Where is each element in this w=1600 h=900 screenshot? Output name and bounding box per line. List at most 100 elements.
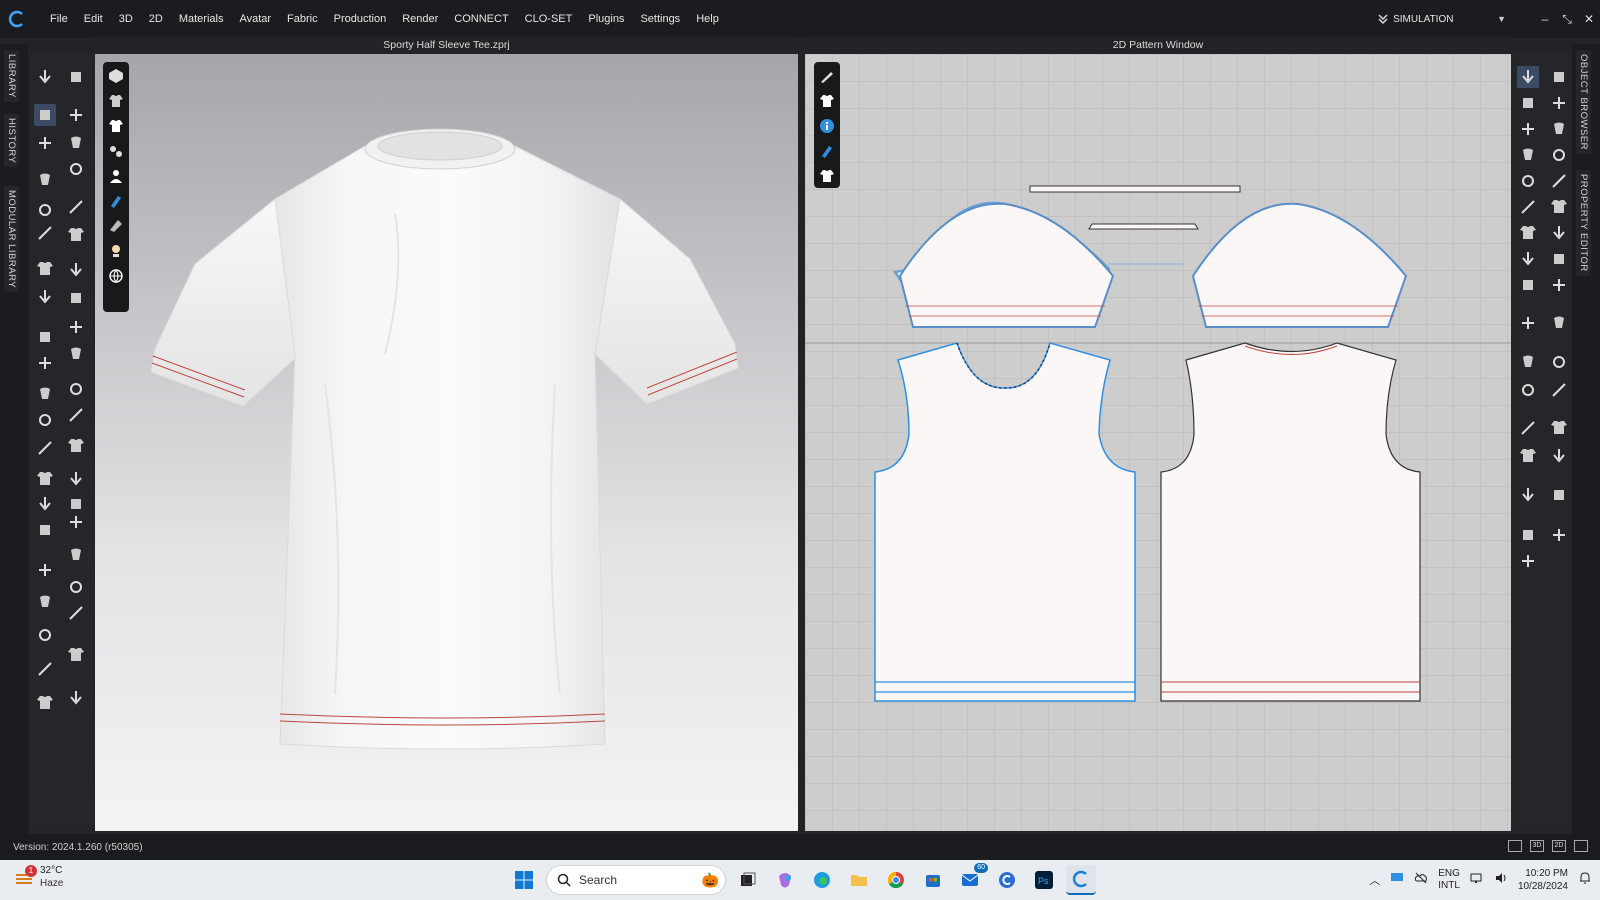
garment-fit-icon[interactable] [65, 435, 87, 457]
notch-icon[interactable] [1517, 196, 1539, 218]
edit-pattern-icon[interactable] [1517, 66, 1539, 88]
fold-icon[interactable] [65, 576, 87, 598]
system-clock[interactable]: 10:20 PM 10/28/2024 [1518, 867, 1568, 893]
file-explorer-icon[interactable] [844, 865, 874, 895]
trim-icon[interactable] [34, 258, 56, 280]
edit-pattern-icon[interactable] [1517, 274, 1539, 296]
annotation-icon[interactable] [1517, 484, 1539, 506]
copilot-icon[interactable] [770, 865, 800, 895]
menu-3d[interactable]: 3D [111, 0, 141, 38]
shirring-icon[interactable] [1548, 524, 1570, 546]
chevron-up-icon[interactable]: ︿ [1369, 872, 1380, 888]
internal-polygon-icon[interactable] [1548, 351, 1570, 373]
menu-avatar[interactable]: Avatar [231, 0, 279, 38]
annotation-icon[interactable] [1517, 222, 1539, 244]
circle-icon[interactable] [1517, 351, 1539, 373]
rectangle-icon[interactable] [1548, 92, 1570, 114]
tab-history[interactable]: HISTORY [4, 114, 19, 168]
microsoft-store-icon[interactable] [918, 865, 948, 895]
tack-icon[interactable] [34, 132, 56, 154]
windows-start-icon[interactable] [509, 865, 539, 895]
pleat-icon[interactable] [1517, 524, 1539, 546]
3d-garment-viewport[interactable] [95, 54, 798, 831]
volume-icon[interactable] [1494, 871, 1508, 890]
segment-sewing-icon[interactable] [1517, 170, 1539, 192]
clo3d-active-icon[interactable] [1066, 865, 1096, 895]
segment-sewing-icon[interactable] [1517, 417, 1539, 439]
weather-widget[interactable]: 1 32°C Haze [14, 864, 63, 890]
garment-display-icon[interactable] [105, 90, 127, 112]
clo-logo-icon[interactable] [0, 0, 34, 38]
tshirt-icon[interactable] [105, 115, 127, 137]
garment-fit-icon[interactable] [65, 687, 87, 709]
tab-object-browser[interactable]: OBJECT BROWSER [1576, 50, 1591, 155]
view-mode-3d[interactable]: 3D [1530, 840, 1544, 852]
dart-icon[interactable] [1517, 379, 1539, 401]
info-icon[interactable] [816, 115, 838, 137]
simulation-mode-dropdown[interactable]: SIMULATION [1377, 13, 1497, 25]
tab-modular-library[interactable]: MODULAR LIBRARY [4, 186, 19, 293]
minimize-button[interactable]: – [1534, 12, 1556, 26]
puckering-icon[interactable] [65, 511, 87, 533]
transform-icon[interactable] [34, 104, 56, 126]
pin-icon[interactable] [65, 378, 87, 400]
pin-icon[interactable] [65, 602, 87, 624]
avatar-pose-icon[interactable] [65, 544, 87, 566]
taskbar-search[interactable]: Search 🎃 [546, 865, 726, 895]
sewing-icon[interactable] [34, 658, 56, 680]
zipper-icon[interactable] [34, 222, 56, 244]
cube-view-icon[interactable] [105, 65, 127, 87]
menu-edit[interactable]: Edit [76, 0, 111, 38]
text-icon[interactable] [1548, 445, 1570, 467]
photoshop-icon[interactable]: Ps [1029, 865, 1059, 895]
view-mode-2d[interactable]: 2D [1552, 840, 1566, 852]
edit-pattern-icon[interactable] [1517, 550, 1539, 572]
menu-clo-set[interactable]: CLO-SET [517, 0, 581, 38]
fabric-icon[interactable] [105, 140, 127, 162]
avatar-pose-icon[interactable] [65, 66, 87, 88]
pleat-icon[interactable] [1517, 248, 1539, 270]
pen-icon[interactable] [816, 65, 838, 87]
measure-icon[interactable] [65, 644, 87, 666]
fitting-icon[interactable] [34, 692, 56, 714]
menu-fabric[interactable]: Fabric [279, 0, 326, 38]
garment-fit-icon[interactable] [65, 196, 87, 218]
avatar-icon[interactable] [105, 165, 127, 187]
fabric-swatch-icon[interactable] [816, 140, 838, 162]
shirring-icon[interactable] [1548, 248, 1570, 270]
seam-allowance-icon[interactable] [1548, 144, 1570, 166]
button-icon[interactable] [65, 224, 87, 246]
puckering-icon[interactable] [65, 287, 87, 309]
polygon-icon[interactable] [1517, 312, 1539, 334]
zipper-icon[interactable] [34, 468, 56, 490]
tshirt-icon[interactable] [816, 90, 838, 112]
texture-icon[interactable] [105, 215, 127, 237]
topstitch-icon[interactable] [34, 286, 56, 308]
graphic-icon[interactable] [65, 259, 87, 281]
trim-icon[interactable] [34, 493, 56, 515]
grading-icon[interactable] [1548, 222, 1570, 244]
restore-button[interactable]: ⤡ [1556, 12, 1578, 27]
edge-browser-icon[interactable] [807, 865, 837, 895]
notch-icon[interactable] [1517, 445, 1539, 467]
view-mode-refresh[interactable] [1574, 840, 1588, 852]
edit-point-icon[interactable] [1548, 274, 1570, 296]
text-icon[interactable] [1548, 196, 1570, 218]
menu-production[interactable]: Production [326, 0, 395, 38]
transform-icon[interactable] [34, 591, 56, 613]
seam-allowance-icon[interactable] [1548, 379, 1570, 401]
menu-settings[interactable]: Settings [632, 0, 688, 38]
tack-icon[interactable] [34, 624, 56, 646]
transform-icon[interactable] [34, 352, 56, 374]
menu-render[interactable]: Render [394, 0, 446, 38]
menu-help[interactable]: Help [688, 0, 727, 38]
pin-icon[interactable] [65, 132, 87, 154]
close-button[interactable]: ✕ [1578, 12, 1600, 26]
chrome-icon[interactable] [881, 865, 911, 895]
polygon-icon[interactable] [1517, 92, 1539, 114]
circle-icon[interactable] [1517, 118, 1539, 140]
sewing-icon[interactable] [34, 169, 56, 191]
free-sewing-icon[interactable] [1548, 170, 1570, 192]
grading-icon[interactable] [1548, 484, 1570, 506]
fitting-icon[interactable] [34, 437, 56, 459]
